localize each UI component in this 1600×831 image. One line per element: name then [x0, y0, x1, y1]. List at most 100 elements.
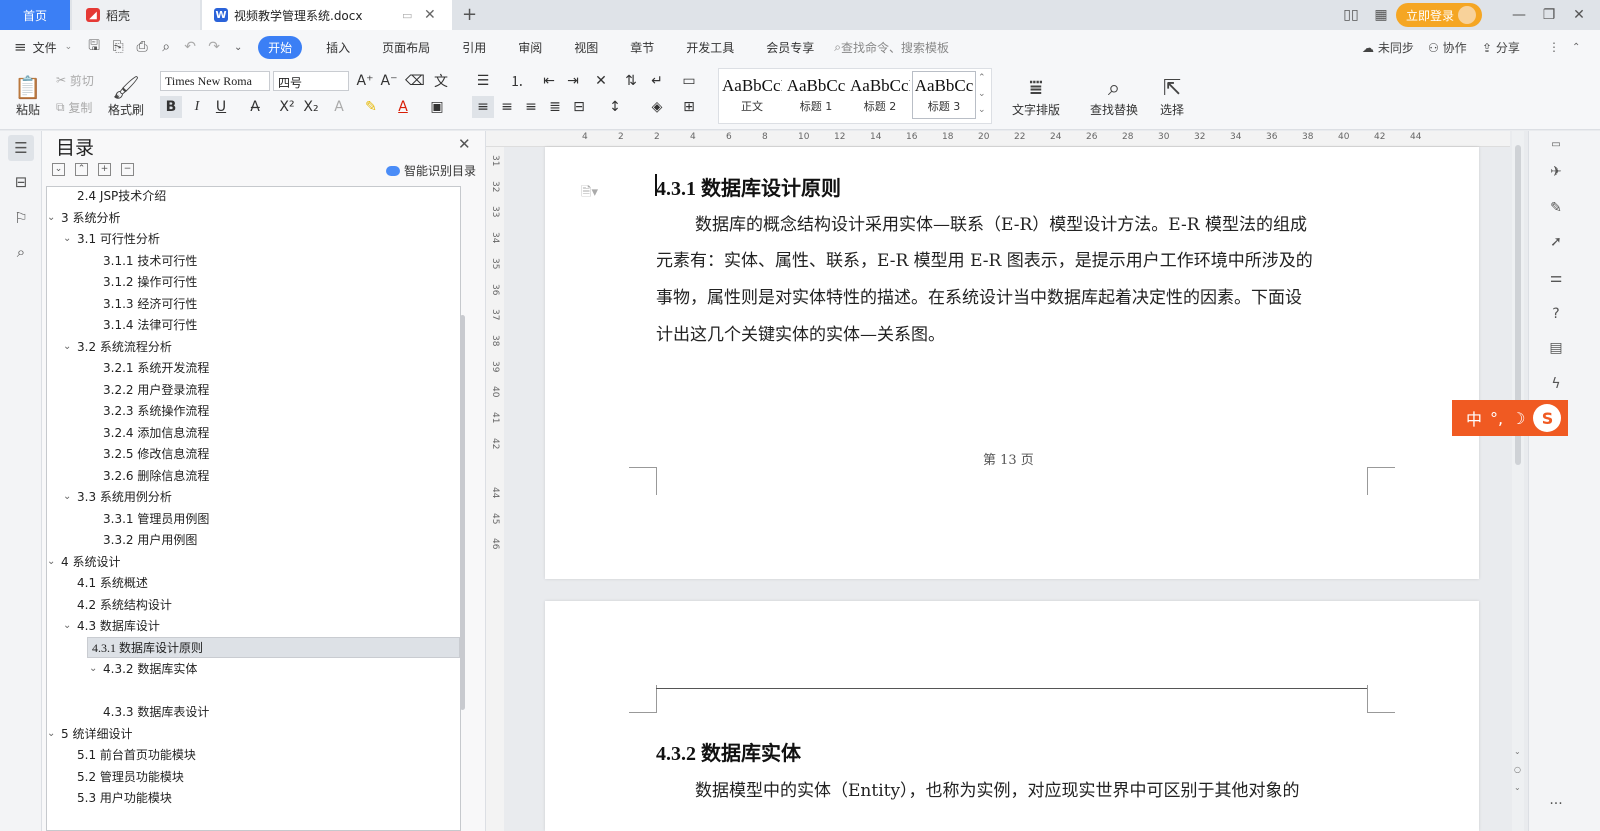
table-lines-icon[interactable]: ▭ [678, 70, 700, 92]
find-replace-button[interactable]: ⌕ 查找替换 [1082, 68, 1146, 126]
add-entry-icon[interactable]: + [98, 163, 111, 176]
pen-icon[interactable]: ✎ [1543, 195, 1569, 221]
tab-daoke[interactable]: ◢ 稻壳 [72, 0, 200, 30]
menu-item-review[interactable]: 审阅 [502, 39, 558, 56]
paragraph-line[interactable]: 计出这几个关键实体的实体—关系图。 [656, 317, 945, 354]
toc-item[interactable]: 4.3.3 数据库表设计 [103, 701, 209, 722]
toc-scrollbar[interactable] [460, 315, 465, 710]
chevron-down-icon[interactable]: ⌄ [65, 42, 73, 52]
underline-icon[interactable]: U [210, 96, 232, 118]
cut-button[interactable]: ✂ 剪切 [56, 70, 94, 90]
toc-item[interactable]: ⌄ 3.2 系统流程分析 [63, 336, 172, 357]
font-color-icon[interactable]: A [392, 96, 414, 118]
paragraph-line[interactable]: 数据库的概念结构设计采用实体—联系（E-R）模型设计方法。E-R 模型法的组成 [695, 207, 1307, 244]
rocket-icon[interactable]: ✈ [1543, 159, 1569, 185]
select-button[interactable]: ⇱ 选择 [1150, 68, 1194, 126]
menu-item-insert[interactable]: 插入 [310, 39, 366, 56]
sliders-icon[interactable]: ⚌ [1543, 265, 1569, 291]
style-scroll-icon[interactable]: ⌃ ⌄ ⌄ [978, 70, 986, 118]
pin-icon[interactable]: ▭ [402, 9, 412, 22]
chevron-down-icon[interactable]: ⌄ [47, 728, 61, 739]
toc-item[interactable]: 3.2.5 修改信息流程 [103, 443, 209, 464]
menu-item-layout[interactable]: 页面布局 [366, 39, 446, 56]
search-nav-icon[interactable]: ⌕ [8, 239, 34, 265]
new-tab-button[interactable]: + [462, 4, 477, 25]
toc-item[interactable]: ⌄ 3 系统分析 [47, 207, 120, 228]
toc-item[interactable]: 3.2.2 用户登录流程 [103, 379, 209, 400]
remove-entry-icon[interactable]: − [121, 163, 134, 176]
menu-item-developer[interactable]: 开发工具 [670, 39, 750, 56]
rail-toggle-icon[interactable]: ▭ [1543, 131, 1569, 157]
paragraph-menu-icon[interactable]: 🗎▾ [581, 183, 598, 205]
toc-item[interactable]: 5.3 用户功能模块 [77, 787, 172, 808]
toc-item[interactable]: ⌄ 5 统详细设计 [47, 723, 132, 744]
more-tools-icon[interactable]: ··· [1543, 791, 1569, 817]
toc-item[interactable]: 3.3.2 用户用例图 [103, 529, 197, 550]
chevron-down-icon[interactable]: ⌄ [63, 620, 77, 631]
style-heading-3[interactable]: AaBbCc 标题 3 [912, 71, 976, 119]
toc-item[interactable]: 5.1 前台首页功能模块 [77, 744, 196, 765]
toc-item-selected[interactable]: 4.3.1 数据库设计原则 [87, 636, 460, 658]
collab-button[interactable]: ⚇ 协作 [1428, 39, 1467, 56]
superscript-icon[interactable]: X² [276, 96, 298, 118]
login-button[interactable]: 立即登录 [1395, 3, 1482, 27]
toc-item[interactable]: 3.2.6 删除信息流程 [103, 465, 209, 486]
expand-up-icon[interactable]: ⌃ [75, 163, 88, 176]
chinese-layout-icon[interactable]: ✕ [590, 70, 612, 92]
style-heading-2[interactable]: AaBbCcI 标题 2 [848, 71, 912, 119]
text-effect-icon[interactable]: A [328, 96, 350, 118]
collapse-all-icon[interactable]: ⌄ [52, 163, 65, 176]
menu-item-chapter[interactable]: 章节 [614, 39, 670, 56]
export-pdf-icon[interactable]: ⎘ [106, 39, 130, 55]
align-right-icon[interactable]: ≡ [520, 96, 542, 118]
style-heading-1[interactable]: AaBbCc 标题 1 [784, 71, 848, 119]
tab-document[interactable]: W 视频教学管理系统.docx ▭ ✕ [202, 0, 452, 30]
toc-item[interactable]: ⌄ 3.3 系统用例分析 [63, 486, 172, 507]
document-scrollbar[interactable]: ⌄ ○ ⌄ [1512, 131, 1524, 831]
restore-icon[interactable]: ❐ [1534, 7, 1564, 23]
copy-button[interactable]: ⧉ 复制 [56, 97, 92, 117]
menu-item-start[interactable]: 开始 [258, 35, 303, 59]
phonetic-icon[interactable]: 文 [430, 70, 452, 92]
help-icon[interactable]: ? [1543, 301, 1569, 327]
font-name-select[interactable]: Times New Roma [160, 71, 270, 91]
pointer-icon[interactable]: ➚ [1543, 229, 1569, 255]
toc-item[interactable]: 3.2.4 添加信息流程 [103, 422, 209, 443]
quick-access-more-icon[interactable]: ⌄ [226, 42, 250, 53]
toc-item[interactable]: 2.4 JSP技术介绍 [77, 187, 166, 206]
chevron-down-icon[interactable]: ⌄ [63, 233, 77, 244]
clear-format-icon[interactable]: ⌫ [404, 70, 426, 92]
paste-button[interactable]: 📋 粘贴 [10, 68, 46, 126]
chevron-down-icon[interactable]: ⌄ [63, 341, 77, 352]
line-spacing-icon[interactable]: ↕ [604, 96, 626, 118]
close-icon[interactable]: ✕ [458, 135, 471, 153]
minimize-icon[interactable]: — [1504, 7, 1534, 23]
print-icon[interactable]: ⎙ [130, 39, 154, 55]
menu-item-member[interactable]: 会员专享 [750, 39, 830, 56]
text-layout-button[interactable]: ⩸ 文字排版 [1004, 68, 1068, 126]
distribute-icon[interactable]: ⊟ [568, 96, 590, 118]
highlight-icon[interactable]: ✎ [360, 96, 382, 118]
layout-icon[interactable]: ▯▯ [1336, 7, 1366, 23]
toc-item[interactable]: 3.1.3 经济可行性 [103, 293, 197, 314]
sort-icon[interactable]: ⇅ [620, 70, 642, 92]
numbered-list-icon[interactable]: ⒈ [506, 70, 528, 92]
heading-4-3-2[interactable]: 4.3.2 数据库实体 [656, 737, 801, 766]
toc-item[interactable]: 3.2.3 系统操作流程 [103, 400, 209, 421]
chevron-down-icon[interactable]: ⌄ [47, 556, 61, 567]
apps-grid-icon[interactable]: ▦ [1366, 7, 1396, 23]
toc-item[interactable]: 3.1.2 操作可行性 [103, 271, 197, 292]
toc-item[interactable]: 3.1.1 技术可行性 [103, 250, 197, 271]
vertical-ruler[interactable]: 31 32 33 34 35 36 37 38 39 40 41 42 44 45 46 [486, 147, 504, 831]
shading-icon[interactable]: ◈ [646, 96, 668, 118]
subscript-icon[interactable]: X₂ [300, 96, 322, 118]
grow-font-icon[interactable]: A⁺ [354, 70, 376, 92]
paragraph-line[interactable]: 元素有：实体、属性、联系，E-R 模型用 E-R 图表示，是提示用户工作环境中所… [656, 243, 1313, 280]
increase-indent-icon[interactable]: ⇥ [562, 70, 584, 92]
chapter-nav-icon[interactable]: ⊟ [8, 169, 34, 195]
command-search-input[interactable]: 查找命令、搜索模板 [841, 39, 1041, 56]
chevron-down-icon[interactable]: ⌄ [89, 663, 103, 674]
bullet-list-icon[interactable]: ☰ [472, 70, 494, 92]
toc-item[interactable]: 4.1 系统概述 [77, 572, 148, 593]
file-menu[interactable]: 文件 [27, 39, 65, 56]
